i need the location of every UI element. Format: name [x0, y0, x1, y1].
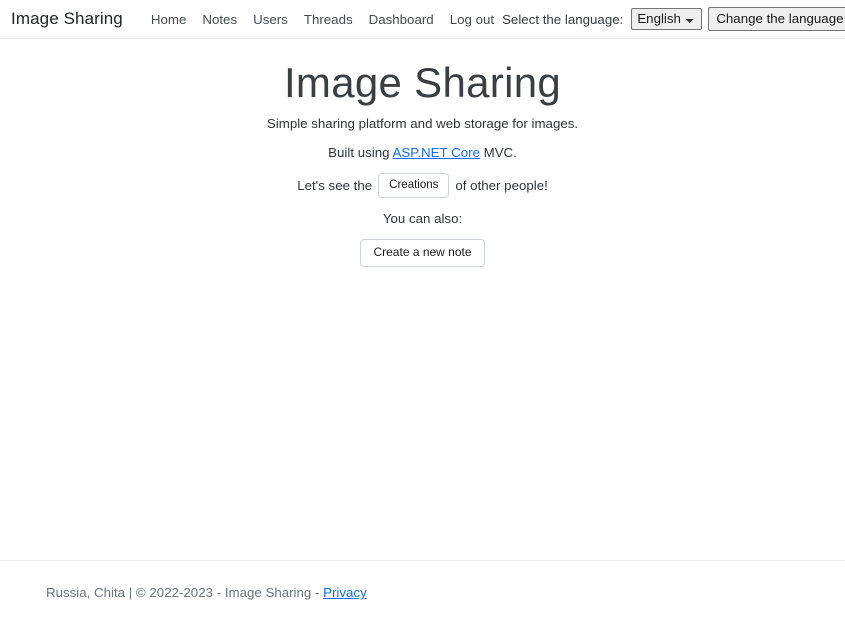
page-footer: Russia, Chita | © 2022-2023 - Image Shar… — [0, 560, 845, 624]
nav-link-home[interactable]: Home — [143, 0, 194, 39]
footer-text-container: Russia, Chita | © 2022-2023 - Image Shar… — [0, 585, 367, 600]
nav-link-dashboard[interactable]: Dashboard — [361, 0, 442, 39]
creations-prefix: Let's see the — [297, 178, 373, 193]
navbar-brand[interactable]: Image Sharing — [11, 9, 123, 29]
aspnet-core-link[interactable]: ASP.NET Core — [392, 145, 479, 160]
language-switcher: Select the language: English Change the … — [502, 7, 845, 31]
nav-link-threads[interactable]: Threads — [296, 0, 361, 39]
you-can-also-label: You can also: — [382, 211, 463, 226]
creations-button[interactable]: Creations — [378, 172, 450, 199]
creations-suffix: of other people! — [455, 178, 548, 193]
top-navbar: Image Sharing Home Notes Users Threads D… — [0, 0, 845, 39]
built-using-line: Built using ASP.NET Core MVC. — [0, 136, 845, 169]
page-title: Image Sharing — [283, 59, 562, 106]
nav-link-users[interactable]: Users — [245, 0, 296, 39]
language-label: Select the language: — [502, 11, 624, 27]
nav-link-notes[interactable]: Notes — [194, 0, 245, 39]
language-select[interactable]: English — [631, 8, 703, 30]
navbar-links: Home Notes Users Threads Dashboard Log o… — [143, 0, 502, 39]
creations-line: Let's see the Creations of other people! — [0, 169, 845, 202]
change-language-button[interactable]: Change the language — [708, 7, 845, 31]
create-new-note-button[interactable]: Create a new note — [360, 239, 485, 268]
privacy-link[interactable]: Privacy — [323, 585, 367, 600]
main-content: Image Sharing Simple sharing platform an… — [0, 39, 845, 560]
built-using-prefix: Built using — [328, 145, 393, 160]
page-lead: Simple sharing platform and web storage … — [266, 116, 579, 131]
built-using-suffix: MVC. — [479, 145, 517, 160]
footer-copyright: Russia, Chita | © 2022-2023 - Image Shar… — [46, 585, 324, 600]
nav-link-logout[interactable]: Log out — [442, 0, 502, 39]
